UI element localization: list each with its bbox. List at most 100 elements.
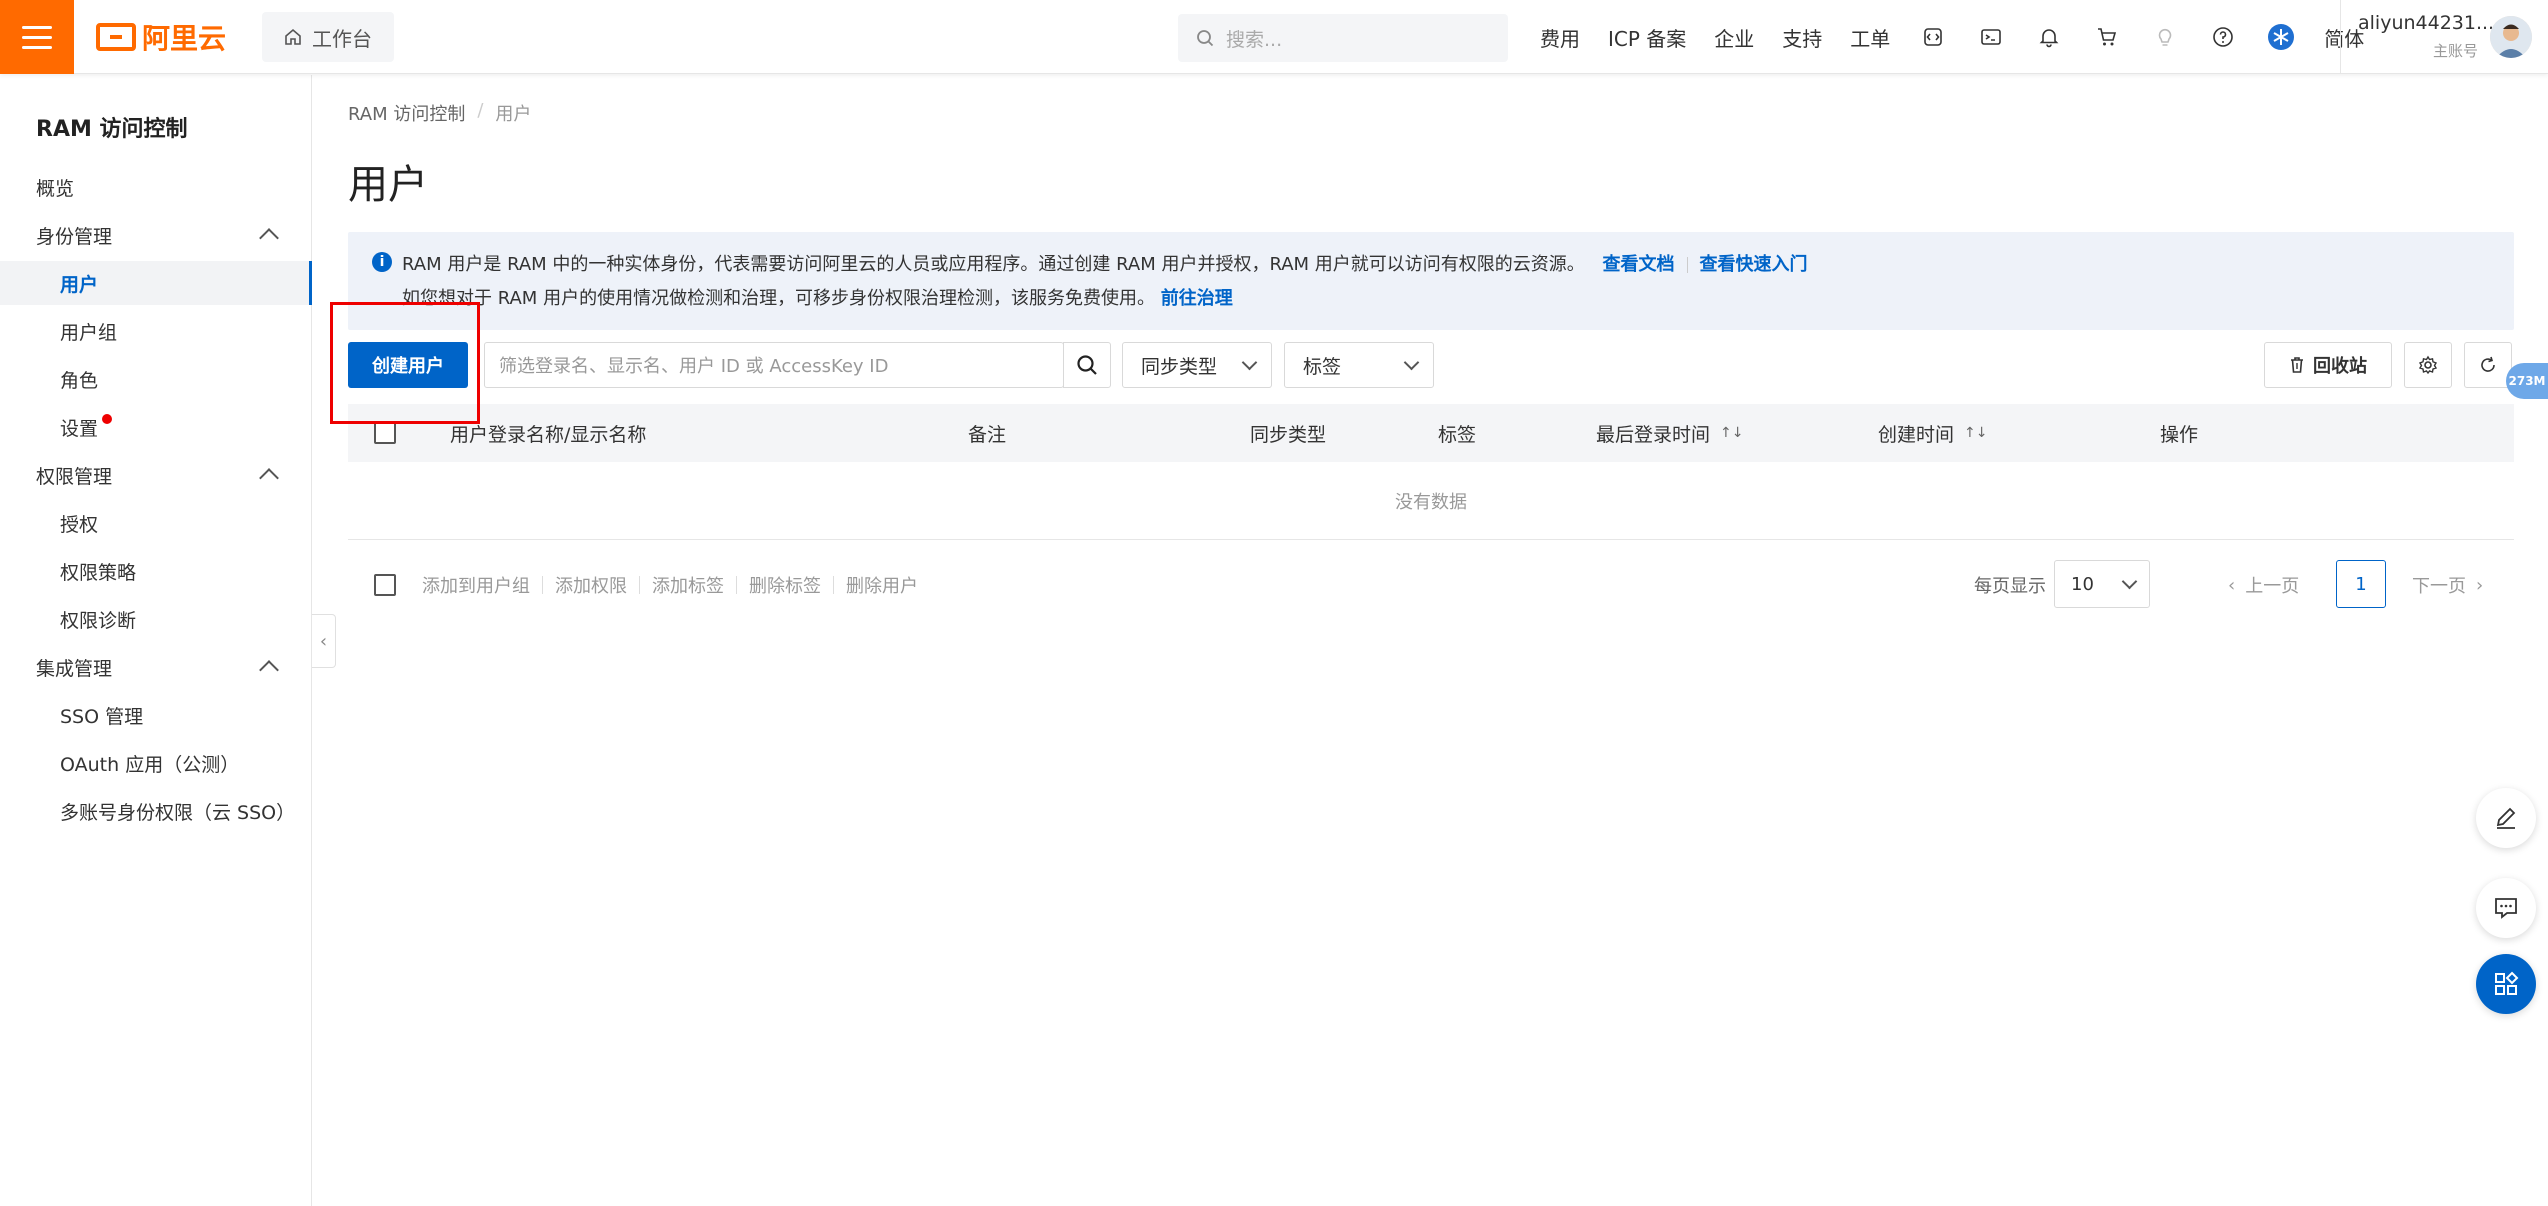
view-quickstart-link[interactable]: 查看快速入门 [1700,254,1808,275]
batch-add-to-group[interactable]: 添加到用户组 [422,572,530,598]
nav-link-icp[interactable]: ICP 备案 [1608,23,1686,52]
sidebar-item-label: 授权 [60,513,99,536]
top-nav-links: 费用 ICP 备案 企业 支持 工单 简体 [1540,0,2364,74]
sidebar-item-overview[interactable]: 概览 [0,165,312,209]
batch-add-tag[interactable]: 添加标签 [652,572,724,598]
prev-page-button[interactable]: ‹ 上一页 [2228,558,2299,612]
sidebar-group-integration[interactable]: 集成管理 [0,645,312,689]
cart-icon[interactable] [2092,22,2122,52]
chevron-down-icon [1241,354,1258,370]
user-account-menu[interactable]: aliyun44231... 主账号 [2358,12,2494,61]
batch-add-permission[interactable]: 添加权限 [555,572,627,598]
column-header-label: 最后登录时间 [1596,423,1711,446]
view-docs-link[interactable]: 查看文档 [1603,254,1675,275]
nav-link-support[interactable]: 支持 [1782,23,1822,52]
sidebar-item-cloud-sso[interactable]: 多账号身份权限（云 SSO） [0,789,312,833]
terminal-icon[interactable] [1976,22,2006,52]
batch-remove-tag[interactable]: 删除标签 [749,572,821,598]
page-size-value: 10 [2071,573,2094,595]
sort-icon[interactable]: ↑↓ [1720,425,1743,441]
tag-select[interactable]: 标签 [1284,342,1434,388]
settings-button[interactable] [2404,342,2452,388]
nav-link-billing[interactable]: 费用 [1540,23,1580,52]
chevron-left-icon: ‹ [319,630,328,652]
lightbulb-icon[interactable] [2150,22,2180,52]
empty-state: 没有数据 [348,462,2514,540]
chevron-down-icon [2121,573,2138,589]
sidebar-collapse-button[interactable]: ‹ [312,614,336,668]
sidebar-item-oauth[interactable]: OAuth 应用（公测） [0,741,312,785]
batch-delete-user[interactable]: 删除用户 [846,572,918,598]
sidebar-group-identity[interactable]: 身份管理 [0,213,312,257]
sidebar: RAM 访问控制 概览 身份管理 用户 用户组 角色 设置 权限管理 授权 权限… [0,75,312,1206]
sidebar-item-label: 设置 [60,417,99,440]
chevron-left-icon: ‹ [2228,574,2236,596]
sidebar-item-settings[interactable]: 设置 [0,405,312,449]
search-icon [1197,30,1214,47]
hamburger-menu-icon[interactable] [0,0,74,74]
filter-placeholder: 筛选登录名、显示名、用户 ID 或 AccessKey ID [499,356,889,377]
workbench-button[interactable]: 工作台 [262,12,394,62]
page-size-select[interactable]: 10 [2054,560,2150,608]
checkbox[interactable] [374,574,396,596]
bell-icon[interactable] [2034,22,2064,52]
recycle-bin-label: 回收站 [2313,356,2367,377]
tag-select-label: 标签 [1303,355,1342,378]
sidebar-item-sso[interactable]: SSO 管理 [0,693,312,737]
nav-link-ticket[interactable]: 工单 [1850,23,1890,52]
page-number-current[interactable]: 1 [2336,560,2386,608]
breadcrumb-root[interactable]: RAM 访问控制 [348,100,465,126]
sidebar-item-diagnosis[interactable]: 权限诊断 [0,597,312,641]
chat-button[interactable] [2476,878,2536,938]
sidebar-group-permissions[interactable]: 权限管理 [0,453,312,497]
nav-link-enterprise[interactable]: 企业 [1714,23,1754,52]
filter-search-button[interactable] [1063,342,1111,388]
column-header-sync-type: 同步类型 [1250,423,1327,446]
refresh-button[interactable] [2464,342,2512,388]
help-icon[interactable] [2208,22,2238,52]
go-govern-link[interactable]: 前往治理 [1161,288,1233,309]
sidebar-item-label: 权限诊断 [60,609,137,632]
global-search-input[interactable]: 搜索... [1178,14,1508,62]
sidebar-title: RAM 访问控制 [36,117,188,142]
sidebar-item-label: 用户 [60,273,99,296]
column-header-tags: 标签 [1438,423,1477,446]
sidebar-item-user-groups[interactable]: 用户组 [0,309,312,353]
notification-dot [102,414,113,424]
sidebar-item-roles[interactable]: 角色 [0,357,312,401]
pencil-icon [2496,807,2516,829]
sync-type-select[interactable]: 同步类型 [1122,342,1272,388]
link-separator [1686,257,1688,273]
column-header-label: 创建时间 [1878,423,1955,446]
aliyun-logo[interactable]: 阿里云 [96,18,226,56]
next-page-button[interactable]: 下一页 › [2412,558,2483,612]
search-placeholder: 搜索... [1226,28,1283,51]
topbar-divider [2340,0,2341,74]
column-header-remark: 备注 [968,423,1007,446]
breadcrumb-separator: / [477,100,484,121]
user-filter-input[interactable]: 筛选登录名、显示名、用户 ID 或 AccessKey ID [484,342,1064,388]
memory-usage-badge[interactable]: 273M [2506,363,2548,399]
sidebar-item-users[interactable]: 用户 [0,261,312,305]
breadcrumb-current: 用户 [495,104,532,125]
sidebar-item-grants[interactable]: 授权 [0,501,312,545]
column-header-created[interactable]: 创建时间 ↑↓ [1878,404,1987,462]
sidebar-item-label: 角色 [60,369,99,392]
info-banner: i RAM 用户是 RAM 中的一种实体身份，代表需要访问阿里云的人员或应用程序… [348,232,2514,330]
edit-feedback-button[interactable] [2476,788,2536,848]
chat-icon [2495,898,2517,919]
sidebar-item-policies[interactable]: 权限策略 [0,549,312,593]
snowflake-icon[interactable] [2266,22,2296,52]
apps-button[interactable] [2476,954,2536,1014]
checkbox[interactable] [374,422,396,444]
chevron-up-icon [259,228,279,248]
user-account-type: 主账号 [2432,42,2478,60]
sort-icon[interactable]: ↑↓ [1964,425,1987,441]
gear-icon [2418,355,2438,375]
code-icon[interactable] [1918,22,1948,52]
recycle-bin-button[interactable]: 回收站 [2264,342,2392,388]
column-header-last-login[interactable]: 最后登录时间 ↑↓ [1596,404,1743,462]
avatar[interactable] [2490,16,2532,58]
batch-actions: 添加到用户组 添加权限 添加标签 删除标签 删除用户 [422,558,918,612]
batch-select-checkbox[interactable] [374,558,396,612]
